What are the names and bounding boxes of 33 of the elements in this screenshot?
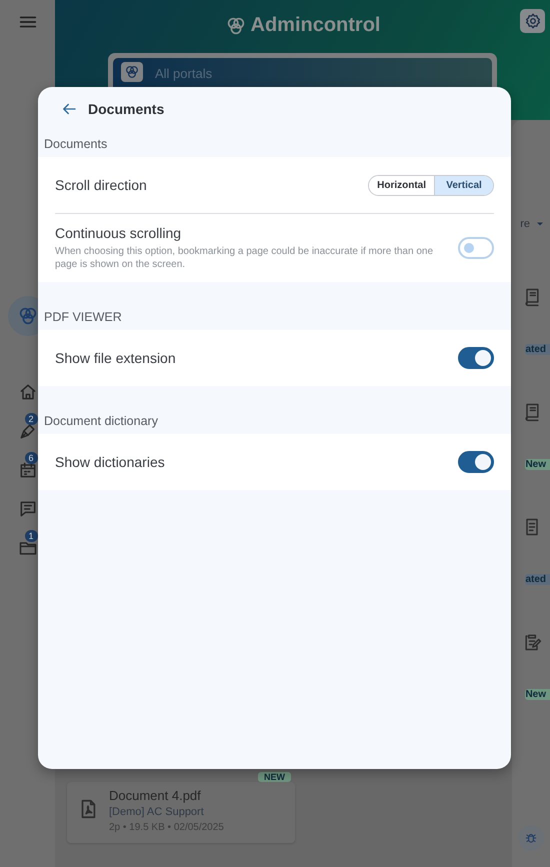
dialog-title: Documents: [88, 101, 164, 117]
toggle-switch[interactable]: [458, 451, 494, 473]
status-tag: ated: [525, 574, 550, 585]
document-portal: [Demo] AC Support: [109, 806, 205, 818]
setting-label: Continuous scrolling: [55, 225, 182, 241]
settings-icon: [524, 12, 542, 30]
count-badge: 2: [24, 413, 38, 425]
calendar-icon[interactable]: [18, 460, 38, 480]
portal-value: All portals: [155, 65, 212, 83]
logo-icon: [124, 64, 140, 80]
toggle-switch[interactable]: [458, 347, 494, 369]
section-heading: PDF VIEWER: [43, 309, 123, 326]
section-heading: Document dictionary: [43, 413, 159, 430]
sort-label[interactable]: re: [520, 218, 530, 230]
app-title: Admincontrol: [250, 14, 380, 37]
setting-label: Scroll direction: [55, 177, 147, 193]
bug-icon: [524, 831, 538, 845]
count-badge: 1: [24, 530, 38, 542]
document-name: Document 4.pdf: [109, 788, 202, 803]
count-badge: 6: [24, 452, 38, 464]
settings-button[interactable]: [520, 9, 545, 33]
status-tag: New: [525, 459, 550, 470]
section-heading: Documents: [43, 136, 108, 153]
setting-label: Show file extension: [55, 350, 176, 366]
debug-button[interactable]: [518, 825, 544, 851]
status-tag: ated: [525, 344, 550, 355]
setting-description: When choosing this option, bookmarking a page could be inaccurate if more than one page is shown on the screen.: [55, 245, 434, 271]
setting-label: Show dictionaries: [55, 454, 165, 470]
chat-icon[interactable]: [18, 499, 38, 519]
segment-option[interactable]: Vertical: [434, 176, 493, 194]
home-icon[interactable]: [18, 382, 38, 402]
status-tag: New: [525, 689, 550, 700]
status-tag: NEW: [258, 772, 291, 782]
